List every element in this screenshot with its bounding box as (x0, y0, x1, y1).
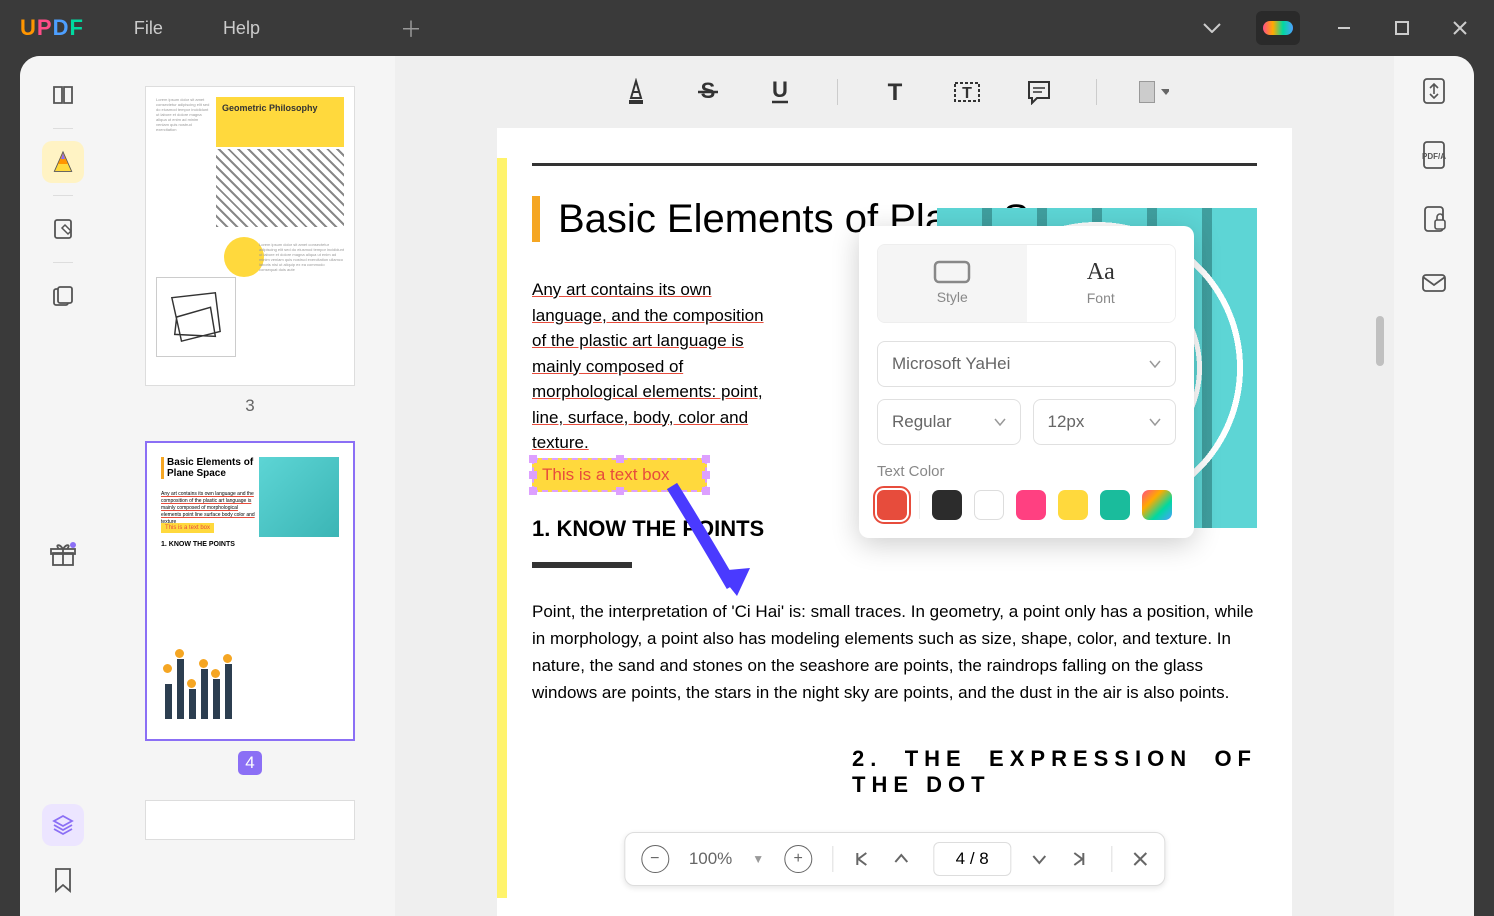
next-page-button[interactable] (1031, 852, 1051, 866)
doc-heading-2: 2. THE EXPRESSION OF THE DOT (532, 746, 1257, 798)
thumb-num-4: 4 (238, 751, 262, 775)
convert-button[interactable] (1417, 74, 1451, 108)
color-pink[interactable] (1016, 490, 1046, 520)
app-logo: UPDF (20, 15, 84, 41)
doc-intro: Any art contains its own language, and t… (532, 277, 782, 456)
font-properties-popup: Style Aa Font Microsoft YaHei Regular 12… (859, 226, 1194, 538)
workspace: Lorem ipsum dolor sit amet consectetur a… (20, 56, 1474, 916)
thumb3-title: Geometric Philosophy (216, 97, 344, 147)
close-nav-button[interactable] (1132, 851, 1148, 867)
page-input[interactable]: 4 / 8 (933, 842, 1011, 876)
zoom-level: 100% (689, 849, 732, 869)
titlebar: UPDF File Help ＋ (0, 0, 1494, 56)
font-family-select[interactable]: Microsoft YaHei (877, 341, 1176, 387)
gift-button[interactable] (42, 534, 84, 576)
thumbnail-page-4[interactable]: Basic Elements of Plane Space Any art co… (145, 441, 355, 741)
comment-tool[interactable] (42, 141, 84, 183)
pdfa-button[interactable]: PDF/A (1417, 138, 1451, 172)
thumb-num-3: 3 (125, 396, 375, 416)
font-weight-select[interactable]: Regular (877, 399, 1021, 445)
divider (837, 79, 838, 105)
color-row (877, 490, 1176, 520)
edit-tool[interactable] (42, 208, 84, 250)
svg-text:T: T (962, 85, 972, 102)
underline-icon[interactable]: U (765, 77, 795, 107)
zoom-out-button[interactable]: − (641, 845, 669, 873)
doc-paragraph: Point, the interpretation of 'Ci Hai' is… (532, 598, 1257, 707)
minimize-button[interactable] (1330, 14, 1358, 42)
textbox-selection[interactable]: This is a text box (532, 458, 707, 492)
window-controls (1198, 11, 1474, 45)
annotation-toolbar: S U T T (395, 56, 1394, 128)
style-tab[interactable]: Style (878, 245, 1027, 322)
close-button[interactable] (1446, 14, 1474, 42)
thumbnail-page-3[interactable]: Lorem ipsum dolor sit amet consectetur a… (145, 86, 355, 386)
scrollbar[interactable] (1376, 316, 1384, 366)
text-icon[interactable]: T (880, 77, 910, 107)
layers-button[interactable] (42, 804, 84, 846)
svg-text:PDF/A: PDF/A (1422, 152, 1446, 161)
textbox-content: This is a text box (542, 465, 670, 485)
color-black[interactable] (932, 490, 962, 520)
content-area: S U T T Basic (395, 56, 1394, 916)
text-color-label: Text Color (877, 463, 1176, 480)
highlighter-icon[interactable] (621, 77, 651, 107)
svg-text:U: U (772, 79, 788, 102)
note-icon[interactable] (1024, 77, 1054, 107)
color-yellow[interactable] (1058, 490, 1088, 520)
zoom-dropdown[interactable]: ▼ (752, 852, 764, 866)
first-page-button[interactable] (853, 851, 873, 867)
organize-tool[interactable] (42, 275, 84, 317)
shape-dropdown[interactable] (1139, 77, 1169, 107)
left-toolbar (20, 56, 105, 916)
page-navigation: − 100% ▼ + 4 / 8 (624, 832, 1165, 886)
color-red[interactable] (877, 490, 907, 520)
new-tab-button[interactable]: ＋ (400, 12, 422, 44)
thumbnail-page-5[interactable] (145, 800, 355, 840)
dropdown-icon[interactable] (1198, 14, 1226, 42)
bookmark-button[interactable] (42, 859, 84, 901)
zoom-in-button[interactable]: + (784, 845, 812, 873)
svg-text:T: T (887, 80, 902, 104)
menu-help[interactable]: Help (223, 18, 260, 39)
font-size-select[interactable]: 12px (1033, 399, 1177, 445)
strikethrough-icon[interactable]: S (693, 77, 723, 107)
yellow-margin (497, 158, 507, 898)
thumbnail-panel: Lorem ipsum dolor sit amet consectetur a… (105, 56, 395, 916)
popup-tabs: Style Aa Font (877, 244, 1176, 323)
maximize-button[interactable] (1388, 14, 1416, 42)
color-white[interactable] (974, 490, 1004, 520)
right-toolbar: PDF/A (1394, 56, 1474, 916)
last-page-button[interactable] (1071, 851, 1091, 867)
menu-file[interactable]: File (134, 18, 163, 39)
prev-page-button[interactable] (893, 852, 913, 866)
font-tab[interactable]: Aa Font (1027, 245, 1176, 322)
divider (1096, 79, 1097, 105)
textbox-icon[interactable]: T (952, 77, 982, 107)
color-teal[interactable] (1100, 490, 1130, 520)
reader-tool[interactable] (42, 74, 84, 116)
protect-button[interactable] (1417, 202, 1451, 236)
share-button[interactable] (1417, 266, 1451, 300)
ai-badge[interactable] (1256, 11, 1300, 45)
color-picker[interactable] (1142, 490, 1172, 520)
